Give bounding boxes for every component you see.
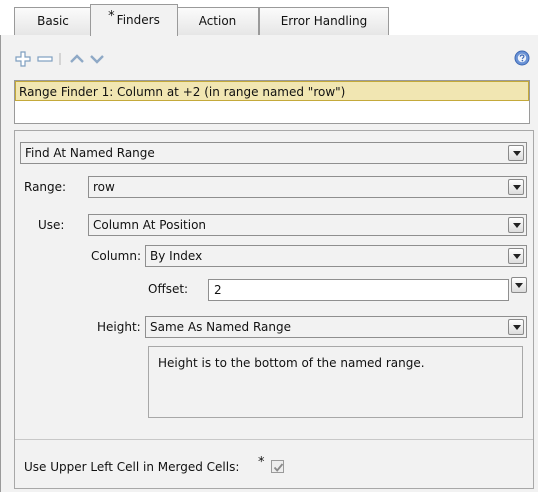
height-label: Height: [97,320,141,334]
range-select[interactable]: row [88,176,527,198]
offset-label: Offset: [148,282,189,296]
finder-list-item[interactable]: Range Finder 1: Column at +2 (in range n… [15,81,529,101]
checkmark-icon [273,463,284,472]
chevron-down-icon[interactable] [508,145,524,161]
column-value: By Index [150,249,203,263]
chevron-down-icon[interactable] [508,319,524,335]
required-star: * [258,455,265,470]
use-label: Use: [38,218,65,232]
merged-cells-label: Use Upper Left Cell in Merged Cells: [24,460,240,474]
finder-type-select[interactable]: Find At Named Range [20,142,527,164]
move-down-icon[interactable] [88,50,106,68]
add-icon[interactable] [14,50,32,68]
move-up-icon[interactable] [68,50,86,68]
finder-list-item-label: Range Finder 1: Column at +2 (in range n… [19,85,346,99]
column-select[interactable]: By Index [145,245,527,267]
height-value: Same As Named Range [150,320,291,334]
tab-error-handling-label: Error Handling [280,14,368,28]
offset-stepper[interactable] [511,277,527,293]
height-description: Height is to the bottom of the named ran… [148,346,523,418]
finder-list[interactable]: Range Finder 1: Column at +2 (in range n… [14,80,530,124]
tab-action-label: Action [198,14,237,28]
tab-action[interactable]: Action [176,7,259,35]
height-description-text: Height is to the bottom of the named ran… [158,356,425,370]
chevron-down-icon[interactable] [508,179,524,195]
offset-field[interactable]: 2 [208,279,509,301]
offset-value: 2 [214,283,222,297]
required-star: * [108,9,115,24]
help-icon[interactable] [514,50,530,66]
tab-basic[interactable]: Basic [14,7,92,35]
chevron-down-icon[interactable] [508,248,524,264]
tab-finders-label: Finders [116,13,160,27]
tab-bar: Basic * Finders Action Error Handling [0,0,538,36]
range-value: row [93,180,115,194]
height-select[interactable]: Same As Named Range [145,316,527,338]
finder-type-value: Find At Named Range [25,146,155,160]
finder-detail-group: Find At Named Range Range: row Use: Colu… [14,130,534,489]
use-select[interactable]: Column At Position [88,214,527,236]
range-label: Range: [24,180,67,194]
tab-error-handling[interactable]: Error Handling [259,7,389,35]
chevron-down-icon[interactable] [508,217,524,233]
merged-cells-checkbox[interactable] [271,460,284,473]
column-label: Column: [91,249,141,263]
tab-basic-label: Basic [37,14,69,28]
divider [15,439,533,440]
remove-icon[interactable] [36,50,54,68]
tab-finders[interactable]: * Finders [90,4,178,36]
use-value: Column At Position [93,218,207,232]
toolbar-separator [58,50,62,68]
finders-toolbar [14,50,534,70]
